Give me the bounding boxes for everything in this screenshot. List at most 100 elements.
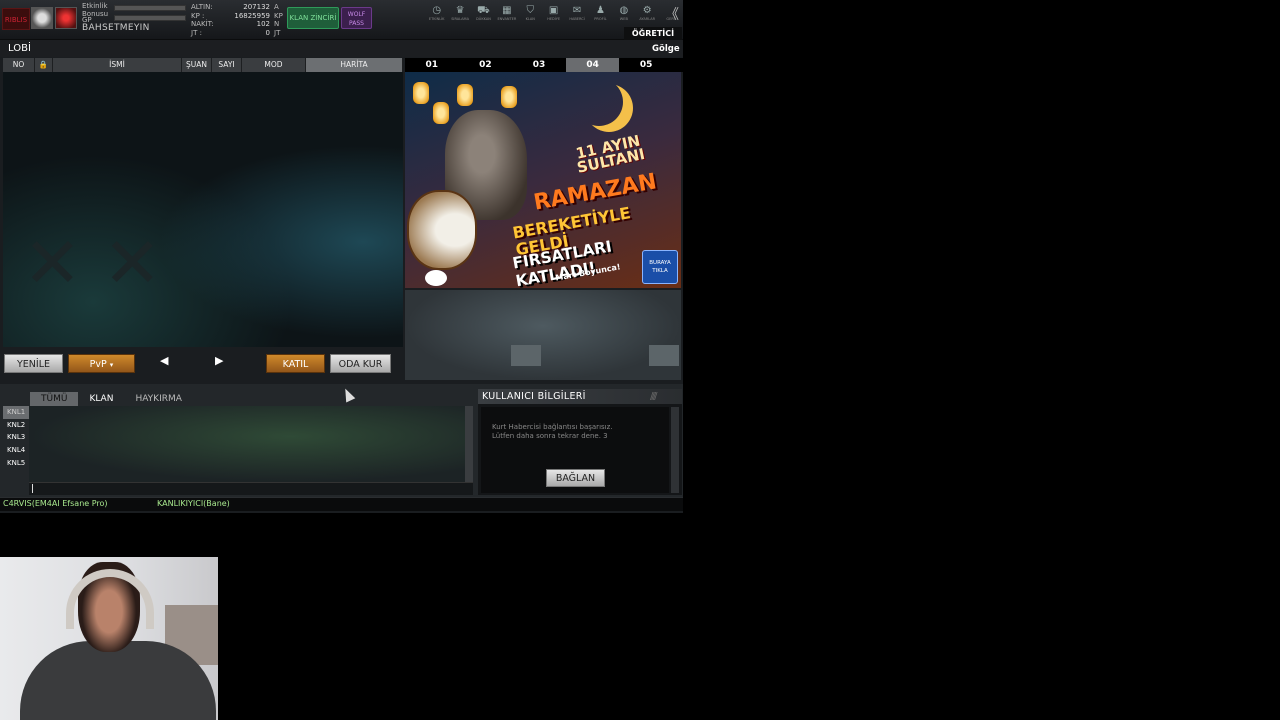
shadow-label: Gölge xyxy=(652,44,680,54)
ranking-menu-button[interactable]: ♛ SIRALAMA xyxy=(448,5,471,21)
mode-value: PvP xyxy=(89,359,107,370)
create-room-button[interactable]: ODA KUR xyxy=(330,354,391,373)
banner-tab-05[interactable]: 05 xyxy=(619,58,673,72)
globe-icon: ◍ xyxy=(619,5,629,16)
gift-icon: ▣ xyxy=(548,5,559,16)
top-menu-icons: ◷ ETKİNLİK ♛ SIRALAMA ⛟ DÜKKAN ▦ ENVANTER ⛉ K… xyxy=(425,5,682,21)
game-window: RIBLIS Etkinlik Bonusu GP BAHSETMEYIN AL… xyxy=(0,0,683,513)
user-info-scrollbar[interactable] xyxy=(671,407,679,493)
game-logo: RIBLIS xyxy=(2,8,30,30)
light-glow xyxy=(425,270,447,286)
status-left: C4RVIS(EM4AI Efsane Pro) xyxy=(3,499,108,508)
column-map[interactable]: HARİTA xyxy=(306,58,403,72)
channel-knl3[interactable]: KNL3 xyxy=(3,431,29,444)
lantern-icon xyxy=(433,102,449,124)
web-menu-button[interactable]: ◍ WEB xyxy=(612,5,635,21)
lantern-icon xyxy=(413,82,429,104)
banner-line-1: 11 AYIN SULTANI xyxy=(574,131,647,177)
currency-row-jt: JT :0 JT xyxy=(191,28,281,37)
event-bonus-bar xyxy=(114,5,186,11)
column-mode[interactable]: MOD xyxy=(242,58,306,72)
info-slot xyxy=(511,345,541,366)
column-current[interactable]: ŞUAN xyxy=(182,58,212,72)
crescent-moon-icon xyxy=(575,78,623,126)
mode-dropdown[interactable]: PvP ▾ xyxy=(68,354,135,373)
chat-tabs: TÜMÜ KLAN HAYKIRMA xyxy=(30,392,193,406)
player-avatar[interactable] xyxy=(31,7,53,29)
tutorial-button[interactable]: ÖĞRETİCİ xyxy=(624,27,682,40)
shop-menu-button[interactable]: ⛟ DÜKKAN xyxy=(472,5,495,21)
chat-tab-clan[interactable]: KLAN xyxy=(78,392,124,406)
room-list-header: NO 🔒 İSMİ ŞUAN SAYI MOD HARİTA xyxy=(3,58,403,72)
clan-menu-button[interactable]: ⛉ KLAN xyxy=(519,5,542,21)
player-name: BAHSETMEYIN xyxy=(82,23,150,33)
gp-bar xyxy=(114,15,186,21)
channel-knl5[interactable]: KNL5 xyxy=(3,457,29,470)
shield-icon: ⛉ xyxy=(526,5,535,16)
currency-row-cash: NAKİT: 102 N xyxy=(191,20,280,28)
lobby-header-bar xyxy=(0,40,683,57)
next-page-icon[interactable]: ▶ xyxy=(215,354,223,367)
double-chevron-left-icon[interactable]: 《 xyxy=(665,4,679,24)
column-no[interactable]: NO xyxy=(3,58,35,72)
messenger-menu-button[interactable]: ✉ HABERCİ xyxy=(565,5,588,21)
banner-tab-04[interactable]: 04 xyxy=(565,58,620,72)
event-menu-button[interactable]: ◷ ETKİNLİK xyxy=(425,5,448,21)
lobby-title: LOBİ xyxy=(8,43,31,54)
person-icon: ♟ xyxy=(595,5,605,16)
banner-tab-01[interactable]: 01 xyxy=(405,58,459,72)
chat-tab-all[interactable]: TÜMÜ xyxy=(30,392,79,406)
column-name[interactable]: İSMİ xyxy=(53,58,182,72)
join-button[interactable]: KATIL xyxy=(266,354,325,373)
user-info-title: KULLANICI BİLGİLERİ xyxy=(482,391,586,402)
watermark-x: ✕ xyxy=(103,222,162,304)
banner-tab-03[interactable]: 03 xyxy=(512,58,566,72)
chevron-down-icon: ▾ xyxy=(109,361,114,369)
chat-log xyxy=(29,406,465,482)
currency-panel: ALTIN: 207132 A KP :16825959 KP NAKİT: 102 N … xyxy=(191,3,283,37)
refresh-button[interactable]: YENİLE xyxy=(4,354,63,373)
user-info-message: Kurt Habercisi bağlantısı başarısız. Lütf… xyxy=(492,423,613,440)
gear-icon: ⚙ xyxy=(642,5,652,16)
cart-icon: ⛟ xyxy=(477,5,490,16)
clan-chain-button[interactable]: KLAN ZİNCİRİ xyxy=(287,7,339,29)
headphones-icon xyxy=(66,569,154,629)
room-info-panel xyxy=(405,290,681,380)
stripes-decoration: //// xyxy=(650,391,658,402)
lantern-icon xyxy=(501,86,517,108)
channel-knl2[interactable]: KNL2 xyxy=(3,419,29,432)
room-list[interactable]: ✕ ✕ xyxy=(3,72,403,347)
connect-button[interactable]: BAĞLAN xyxy=(546,469,605,487)
lantern-icon xyxy=(457,84,473,106)
text-caret xyxy=(32,484,33,493)
watermark-x: ✕ xyxy=(23,222,82,304)
crown-icon: ♛ xyxy=(455,5,465,16)
channel-knl4[interactable]: KNL4 xyxy=(3,444,29,457)
banner-click-button[interactable]: BURAYA TIKLA xyxy=(642,250,678,284)
currency-row-kp: KP :16825959 KP xyxy=(191,11,283,20)
megaphone-icon: ✉ xyxy=(572,5,582,16)
banner-tab-02[interactable]: 02 xyxy=(459,58,513,72)
drum-illustration xyxy=(407,190,477,270)
wolf-pass-button[interactable]: WOLF PASS xyxy=(341,7,372,29)
inventory-icon: ▦ xyxy=(502,5,512,16)
chat-input[interactable] xyxy=(29,482,473,495)
info-slot xyxy=(649,345,679,366)
inventory-menu-button[interactable]: ▦ ENVANTER xyxy=(495,5,518,21)
currency-row-gold: ALTIN: 207132 A xyxy=(191,3,279,11)
profile-menu-button[interactable]: ♟ PROFİL xyxy=(589,5,612,21)
chat-tab-shout[interactable]: HAYKIRMA xyxy=(124,392,192,406)
webcam-overlay xyxy=(0,557,218,720)
chat-channels: KNL1 KNL2 KNL3 KNL4 KNL5 xyxy=(3,406,29,469)
status-right: KANLIKIYICI(Bane) xyxy=(157,499,230,508)
column-count[interactable]: SAYI xyxy=(212,58,242,72)
prev-page-icon[interactable]: ◀ xyxy=(160,354,168,367)
clock-icon: ◷ xyxy=(432,5,442,16)
channel-knl1[interactable]: KNL1 xyxy=(3,406,29,419)
promo-banner[interactable]: 11 AYIN SULTANI RAMAZAN BEREKETİYLE GELDİ… xyxy=(405,72,681,288)
lock-icon[interactable]: 🔒 xyxy=(35,58,53,72)
rank-badge xyxy=(55,7,77,29)
chat-scrollbar[interactable] xyxy=(465,406,473,482)
gift-menu-button[interactable]: ▣ HEDİYE xyxy=(542,5,565,21)
settings-menu-button[interactable]: ⚙ AYARLAR xyxy=(636,5,659,21)
